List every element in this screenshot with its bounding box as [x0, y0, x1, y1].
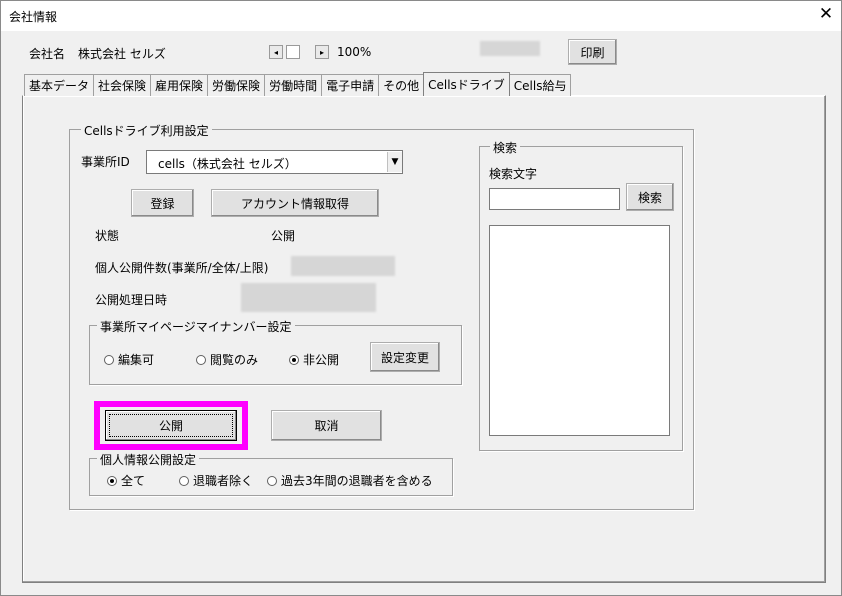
radio-include-3yr-retired[interactable]: 過去3年間の退職者を含める — [267, 472, 433, 489]
title-bar — [1, 1, 841, 31]
redacted-count — [291, 256, 395, 276]
get-account-info-button[interactable]: アカウント情報取得 — [211, 189, 379, 217]
status-value: 公開 — [271, 229, 296, 243]
radio-private[interactable]: 非公開 — [289, 351, 339, 368]
publish-date-label: 公開処理日時 — [95, 293, 168, 307]
print-button[interactable]: 印刷 — [568, 39, 617, 65]
mypage-mynumber-title: 事業所マイページマイナンバー設定 — [97, 318, 295, 335]
personal-count-label: 個人公開件数(事業所/全体/上限) — [95, 261, 269, 275]
tab-strip: 基本データ 社会保険 雇用保険 労働保険 労働時間 電子申請 その他 Cells… — [24, 72, 572, 96]
radio-icon — [196, 355, 206, 365]
zoom-increase-button[interactable]: ▸ — [315, 45, 329, 59]
radio-exclude-retired[interactable]: 退職者除く — [179, 472, 253, 489]
radio-private-label: 非公開 — [303, 353, 340, 367]
close-icon[interactable]: ✕ — [816, 4, 836, 24]
register-button[interactable]: 登録 — [131, 189, 194, 217]
status-label: 状態 — [95, 229, 120, 243]
search-results-list[interactable] — [489, 225, 670, 436]
personal-info-title: 個人情報公開設定 — [97, 451, 200, 468]
tab-employment-insurance[interactable]: 雇用保険 — [150, 74, 209, 96]
cancel-button[interactable]: 取消 — [271, 410, 382, 441]
radio-icon — [104, 355, 114, 365]
radio-icon — [267, 476, 277, 486]
search-text-label: 検索文字 — [489, 167, 538, 181]
publish-button[interactable]: 公開 — [105, 410, 237, 441]
zoom-decrease-button[interactable]: ◂ — [269, 45, 283, 59]
cells-drive-settings-title: Cellsドライブ利用設定 — [81, 122, 212, 139]
office-id-value: cells（株式会社 セルズ） — [158, 157, 297, 171]
tab-cells-payroll[interactable]: Cells給与 — [508, 74, 572, 96]
radio-include-3yr-retired-label: 過去3年間の退職者を含める — [281, 474, 433, 488]
radio-editable[interactable]: 編集可 — [104, 351, 154, 368]
radio-checked-icon — [289, 355, 299, 365]
search-group-title: 検索 — [490, 139, 521, 156]
settings-change-button[interactable]: 設定変更 — [370, 342, 440, 372]
radio-all[interactable]: 全て — [107, 472, 145, 489]
company-name-label: 会社名 — [29, 47, 66, 61]
tab-working-hours[interactable]: 労働時間 — [264, 74, 323, 96]
chevron-down-icon[interactable]: ▼ — [387, 152, 402, 172]
search-button[interactable]: 検索 — [626, 183, 674, 211]
office-id-select[interactable]: cells（株式会社 セルズ） ▼ — [146, 150, 403, 174]
company-name-value: 株式会社 セルズ — [78, 47, 166, 61]
radio-all-label: 全て — [121, 474, 146, 488]
tab-basic-data[interactable]: 基本データ — [24, 74, 95, 96]
radio-checked-icon — [107, 476, 117, 486]
office-id-label: 事業所ID — [81, 155, 130, 169]
tab-social-insurance[interactable]: 社会保険 — [93, 74, 152, 96]
radio-icon — [179, 476, 189, 486]
redacted-date — [241, 283, 376, 312]
search-input[interactable] — [489, 188, 620, 210]
radio-view-only-label: 閲覧のみ — [210, 353, 259, 367]
tab-labor-insurance[interactable]: 労働保険 — [207, 74, 266, 96]
window-title: 会社情報 — [9, 10, 58, 24]
zoom-value: 100% — [337, 45, 372, 59]
redacted-field — [480, 41, 540, 56]
tab-e-application[interactable]: 電子申請 — [321, 74, 380, 96]
tab-cells-drive[interactable]: Cellsドライブ — [423, 72, 510, 96]
tab-other[interactable]: その他 — [378, 74, 425, 96]
zoom-slider-track[interactable] — [286, 45, 300, 59]
radio-exclude-retired-label: 退職者除く — [193, 474, 254, 488]
radio-view-only[interactable]: 閲覧のみ — [196, 351, 258, 368]
radio-editable-label: 編集可 — [118, 353, 155, 367]
